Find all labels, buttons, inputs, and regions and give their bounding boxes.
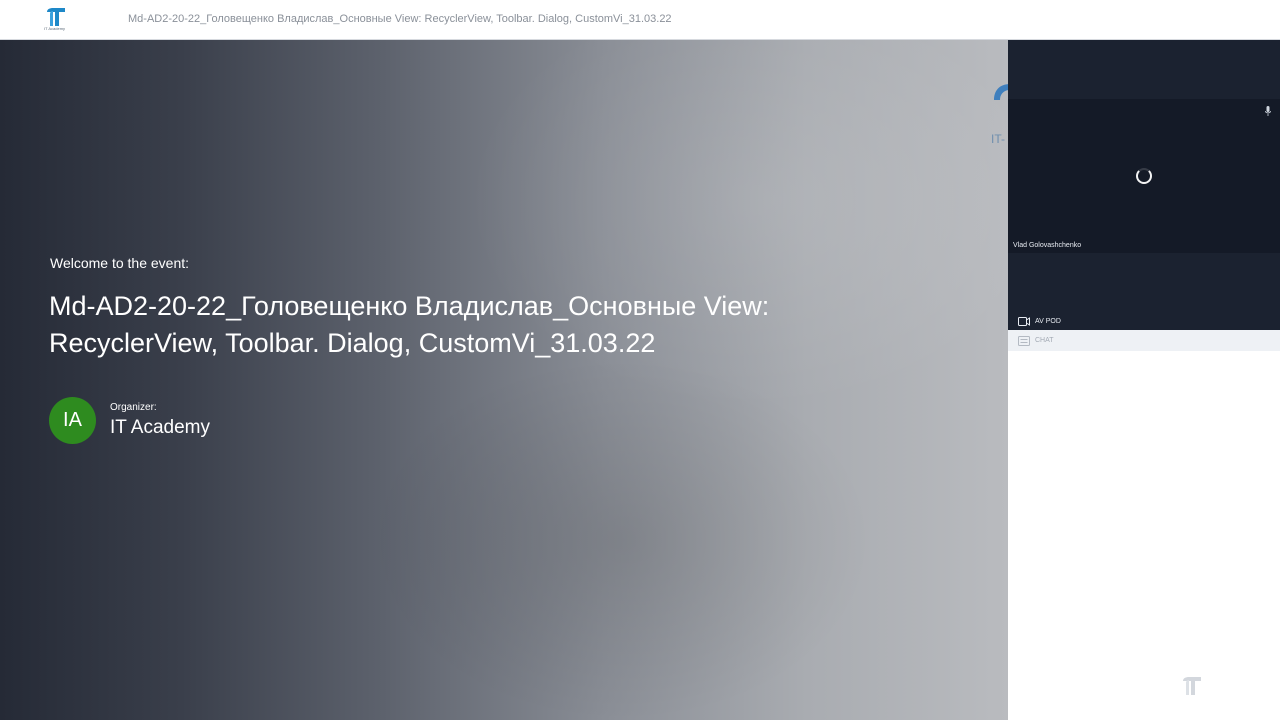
organizer-avatar: IA — [49, 397, 96, 444]
top-bar: IT Academy Md-AD2-20-22_Головещенко Влад… — [0, 0, 1280, 40]
event-welcome-stage: IT- Welcome to the event: Md-AD2-20-22_Г… — [0, 40, 1008, 720]
microphone-icon[interactable] — [1265, 106, 1271, 116]
background-logo-text: IT- — [991, 132, 1005, 146]
it-academy-logo-icon — [1183, 677, 1201, 695]
event-title-header: Md-AD2-20-22_Головещенко Владислав_Основ… — [128, 13, 672, 25]
camera-icon — [1018, 316, 1030, 326]
video-panel: Vlad Golovashchenko AV POD — [1008, 40, 1280, 330]
logo-caption: IT Academy — [44, 26, 66, 31]
av-pod-tab[interactable]: AV POD — [1008, 312, 1280, 330]
av-pod-label: AV POD — [1035, 317, 1061, 325]
background-logo-icon — [994, 84, 1008, 100]
chat-tab[interactable]: CHAT — [1008, 330, 1280, 351]
welcome-label: Welcome to the event: — [50, 255, 190, 271]
organizer-name: IT Academy — [110, 417, 210, 438]
chat-icon — [1018, 335, 1030, 346]
participant-name: Vlad Golovashchenko — [1013, 242, 1082, 249]
organizer-block: IA Organizer: IT Academy — [49, 397, 210, 444]
right-sidebar: Vlad Golovashchenko AV POD CHAT — [1008, 40, 1280, 720]
chat-label: CHAT — [1035, 337, 1054, 344]
stage-background — [0, 40, 1008, 720]
chat-area[interactable] — [1008, 351, 1280, 720]
event-title: Md-AD2-20-22_Головещенко Владислав_Основ… — [49, 291, 770, 358]
participant-video[interactable]: Vlad Golovashchenko — [1008, 99, 1280, 253]
organizer-label: Organizer: — [110, 402, 157, 413]
organizer-info: Organizer: IT Academy — [110, 402, 210, 439]
spinner-icon — [1136, 168, 1152, 184]
